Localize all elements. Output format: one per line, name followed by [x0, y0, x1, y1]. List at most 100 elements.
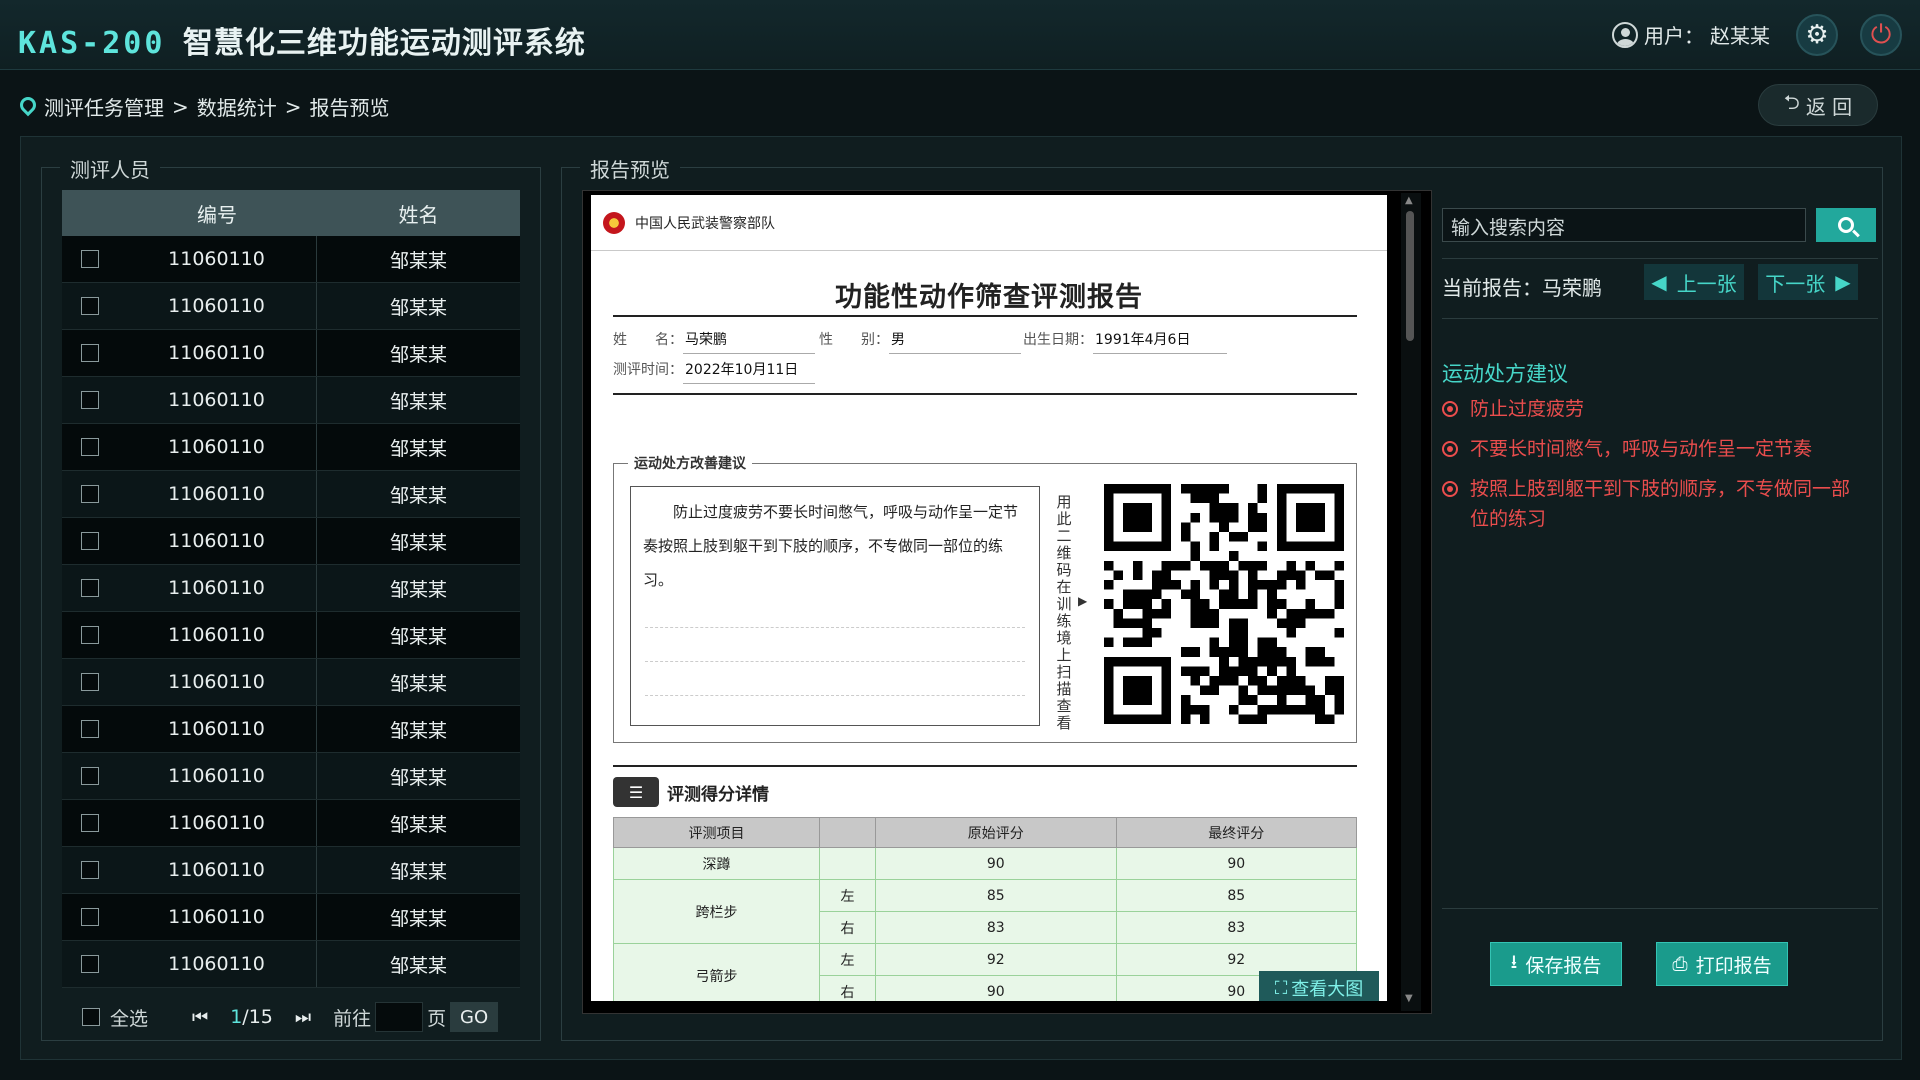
table-row[interactable]: 11060110 邹某某	[62, 659, 520, 706]
cell-name: 邹某某	[389, 860, 447, 883]
field-birth: 出生日期： 1991年4月6日	[1023, 329, 1227, 354]
first-page-icon[interactable]: ⏮	[192, 1007, 208, 1028]
advice-fieldset: 运动处方改善建议 防止过度疲劳不要长时间憋气，呼吸与动作呈一定节奏按照上肢到躯干…	[613, 453, 1357, 743]
score-header-raw: 原始评分	[875, 817, 1117, 848]
radio-dot-icon	[1442, 441, 1458, 457]
row-checkbox[interactable]	[80, 767, 99, 785]
prev-button[interactable]: ◀ 上一张	[1644, 264, 1744, 300]
row-checkbox[interactable]	[80, 673, 99, 691]
field-gender: 性 别：男	[819, 329, 1021, 354]
row-checkbox[interactable]	[80, 908, 99, 926]
column-header-id: 编号	[197, 202, 237, 227]
view-large-button[interactable]: ⛶ 查看大图	[1259, 971, 1379, 1001]
table-row[interactable]: 11060110 邹某某	[62, 847, 520, 894]
table-row[interactable]: 11060110 邹某某	[62, 377, 520, 424]
search-input[interactable]: 输入搜索内容	[1442, 208, 1806, 242]
table-row[interactable]: 11060110 邹某某	[62, 283, 520, 330]
user-info[interactable]: 用户： 赵某某	[1612, 20, 1770, 49]
cell-id: 11060110	[117, 894, 317, 940]
search-button[interactable]	[1816, 208, 1876, 242]
row-checkbox[interactable]	[80, 438, 99, 456]
qr-code	[1104, 484, 1344, 724]
breadcrumb-item-stats[interactable]: 数据统计	[197, 92, 277, 121]
scroll-thumb[interactable]	[1406, 211, 1414, 341]
go-button[interactable]: GO	[450, 1002, 499, 1032]
cell-name: 邹某某	[389, 531, 447, 554]
qr-hint: 用此二维码在训练境上扫描查看	[1056, 493, 1072, 732]
divider	[613, 393, 1357, 395]
cell-name: 邹某某	[389, 249, 447, 272]
cell-id: 11060110	[117, 659, 317, 705]
field-name: 姓 名： 马荣鹏	[613, 329, 815, 354]
row-checkbox[interactable]	[80, 250, 99, 268]
table-row[interactable]: 11060110 邹某某	[62, 941, 520, 988]
print-report-button[interactable]: ⎙ 打印报告	[1656, 942, 1788, 986]
row-checkbox[interactable]	[80, 861, 99, 879]
next-button[interactable]: 下一张 ▶	[1758, 264, 1858, 300]
table-row[interactable]: 11060110 邹某某	[62, 236, 520, 283]
cell-id: 11060110	[117, 941, 317, 987]
breadcrumb-item-task[interactable]: 测评任务管理	[44, 92, 164, 121]
logo-code: KAS-200	[18, 26, 166, 61]
save-report-button[interactable]: ⭳ 保存报告	[1490, 942, 1622, 986]
select-all-checkbox[interactable]	[82, 1008, 100, 1026]
settings-button[interactable]: ⚙	[1796, 14, 1838, 56]
return-icon: ⮌	[1783, 90, 1800, 114]
row-checkbox[interactable]	[80, 391, 99, 409]
table-row: 跨栏步 左 85 85	[613, 879, 1357, 944]
report-panel: 报告预览 中国人民武装警察部队 功能性动作筛查评测报告 姓 名： 马荣鹏 性 别：…	[561, 154, 1883, 1041]
row-checkbox[interactable]	[80, 626, 99, 644]
table-row[interactable]: 11060110 邹某某	[62, 800, 520, 847]
cell-id: 11060110	[117, 283, 317, 329]
cell-id: 11060110	[117, 800, 317, 846]
gear-icon: ⚙	[1805, 20, 1829, 50]
score-header-final: 最终评分	[1115, 817, 1357, 848]
row-checkbox[interactable]	[80, 297, 99, 315]
advice-box: 防止过度疲劳不要长时间憋气，呼吸与动作呈一定节奏按照上肢到躯干到下肢的顺序，不专…	[630, 486, 1040, 726]
table-row[interactable]: 11060110 邹某某	[62, 330, 520, 377]
goto-prefix: 前往	[333, 1007, 372, 1030]
row-checkbox[interactable]	[80, 720, 99, 738]
table-body: 11060110 邹某某 11060110 邹某某 11060110 邹某某 1106011…	[62, 236, 520, 988]
cell-name: 邹某某	[389, 672, 447, 695]
table-row[interactable]: 11060110 邹某某	[62, 518, 520, 565]
user-name: 赵某某	[1710, 24, 1770, 48]
goto-page-input[interactable]	[375, 1002, 424, 1032]
download-icon: ⭳	[1510, 951, 1518, 973]
row-checkbox[interactable]	[80, 955, 99, 973]
table-row: 弓箭步 左 92 92	[613, 943, 1357, 1001]
table-row[interactable]: 11060110 邹某某	[62, 471, 520, 518]
row-checkbox[interactable]	[80, 814, 99, 832]
scroll-up-icon[interactable]: ▲	[1405, 195, 1413, 206]
logo-title: 智慧化三维功能运动测评系统	[182, 26, 586, 61]
row-checkbox[interactable]	[80, 532, 99, 550]
cell-name: 邹某某	[389, 578, 447, 601]
report-scrollbar[interactable]: ▲ ▼	[1401, 193, 1421, 1011]
row-checkbox[interactable]	[80, 579, 99, 597]
cell-name: 邹某某	[389, 296, 447, 319]
table-row[interactable]: 11060110 邹某某	[62, 753, 520, 800]
emblem-icon	[603, 211, 625, 234]
row-checkbox[interactable]	[80, 344, 99, 362]
last-page-icon[interactable]: ⏭	[295, 1007, 311, 1028]
select-all[interactable]: 全选	[82, 1004, 192, 1031]
rx-list: 防止过度疲劳 不要长时间憋气，呼吸与动作呈一定节奏 按照上肢到躯干到下肢的顺序，…	[1442, 394, 1862, 544]
table-row[interactable]: 11060110 邹某某	[62, 612, 520, 659]
report-viewer[interactable]: 中国人民武装警察部队 功能性动作筛查评测报告 姓 名： 马荣鹏 性 别：男 出生日…	[582, 190, 1432, 1014]
cell-name: 邹某某	[389, 343, 447, 366]
table-row[interactable]: 11060110 邹某某	[62, 565, 520, 612]
row-checkbox[interactable]	[80, 485, 99, 503]
back-button[interactable]: ⮌ 返 回	[1758, 84, 1878, 126]
cell-id: 11060110	[117, 236, 317, 282]
report-org-header: 中国人民武装警察部队	[591, 195, 1387, 251]
field-test-time: 测评时间： 2022年10月11日	[613, 359, 815, 384]
user-icon	[1612, 21, 1638, 48]
table-row[interactable]: 11060110 邹某某	[62, 706, 520, 753]
table-row: 深蹲 90 90	[613, 847, 1357, 880]
cell-name: 邹某某	[389, 719, 447, 742]
scroll-down-icon[interactable]: ▼	[1405, 993, 1413, 1004]
table-row[interactable]: 11060110 邹某某	[62, 894, 520, 941]
logout-button[interactable]: ⏻	[1860, 14, 1902, 56]
report-document: 中国人民武装警察部队 功能性动作筛查评测报告 姓 名： 马荣鹏 性 别：男 出生日…	[591, 195, 1387, 1001]
table-row[interactable]: 11060110 邹某某	[62, 424, 520, 471]
